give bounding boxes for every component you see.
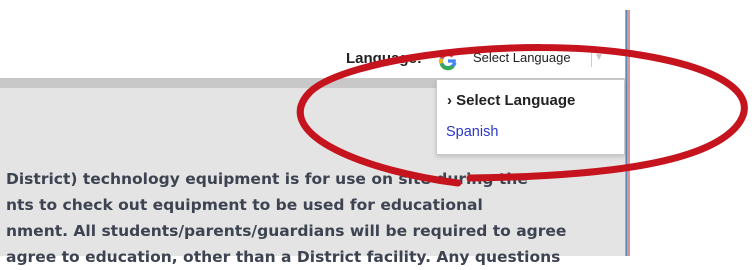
language-select[interactable]: Select Language: [473, 50, 571, 65]
chevron-down-icon[interactable]: ▼: [594, 52, 604, 63]
policy-line-3: nment. All students/parents/guardians wi…: [6, 222, 567, 240]
policy-line-1: District) technology equipment is for us…: [6, 170, 528, 188]
language-dropdown: › Select Language Spanish: [436, 79, 625, 155]
policy-text: District) technology equipment is for us…: [6, 166, 626, 270]
dropdown-item-spanish[interactable]: Spanish: [446, 124, 498, 140]
policy-line-2: nts to check out equipment to be used fo…: [6, 196, 483, 214]
language-label: Language:: [346, 50, 422, 67]
dropdown-item-select-language[interactable]: › Select Language: [447, 92, 575, 109]
right-border-line: [626, 10, 627, 256]
google-g-icon[interactable]: [437, 50, 459, 72]
policy-line-4: agree to education, other than a Distric…: [6, 248, 561, 266]
select-divider: [591, 50, 592, 67]
